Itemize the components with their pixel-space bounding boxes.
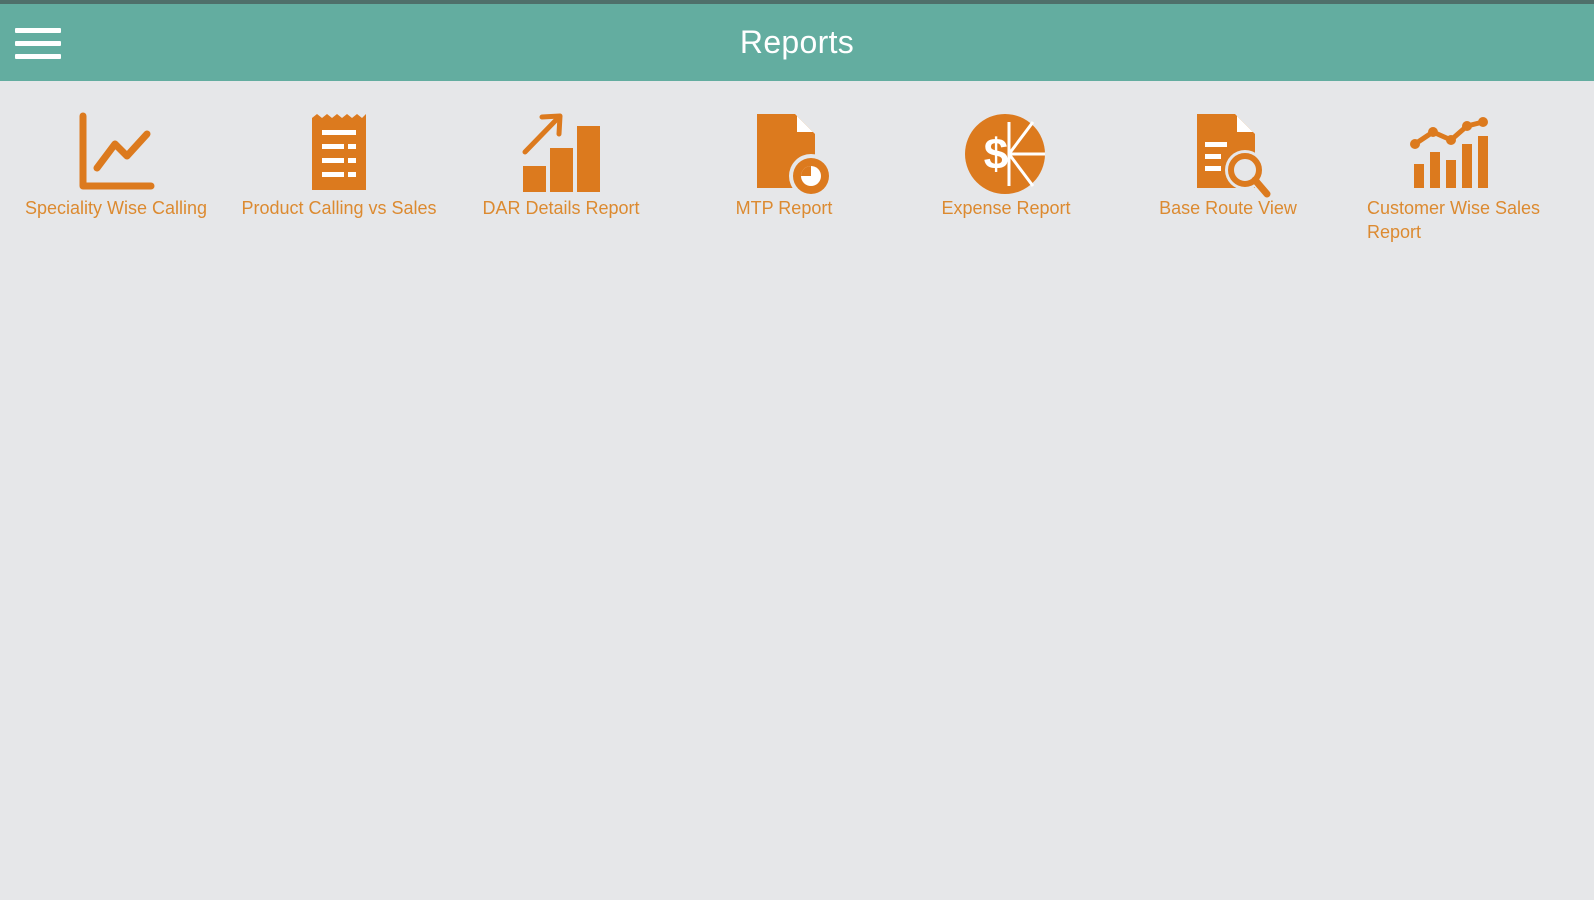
- trend-bar-chart-icon: [1403, 108, 1493, 198]
- report-tile-label: Product Calling vs Sales: [241, 198, 437, 218]
- report-tile-expense-report[interactable]: $ Expense Report: [896, 100, 1116, 250]
- report-tile-speciality-wise-calling[interactable]: Speciality Wise Calling: [6, 100, 226, 250]
- report-tile-label: DAR Details Report: [482, 198, 640, 218]
- report-tile-base-route-view[interactable]: Base Route View: [1118, 100, 1338, 250]
- page-title: Reports: [739, 24, 855, 60]
- report-tile-customer-wise-sales-report[interactable]: Customer Wise Sales Report: [1345, 100, 1565, 250]
- svg-text:$: $: [984, 130, 1008, 179]
- document-pie-chart-icon: [739, 108, 829, 198]
- growth-bar-chart-icon: [516, 108, 606, 198]
- line-chart-icon: [71, 108, 161, 198]
- report-tile-mtp-report[interactable]: MTP Report: [674, 100, 894, 250]
- receipt-document-icon: [294, 108, 384, 198]
- report-tile-label: Speciality Wise Calling: [24, 198, 208, 218]
- dollar-pie-icon: $: [961, 108, 1051, 198]
- report-tile-label: Expense Report: [941, 198, 1071, 218]
- document-search-icon: [1183, 108, 1273, 198]
- report-tile-label: Customer Wise Sales Report: [1367, 198, 1541, 242]
- report-tile-dar-details-report[interactable]: DAR Details Report: [451, 100, 671, 250]
- report-tile-product-calling-vs-sales[interactable]: Product Calling vs Sales: [229, 100, 449, 250]
- report-tile-label: Base Route View: [1159, 198, 1297, 218]
- report-tile-label: MTP Report: [735, 198, 833, 218]
